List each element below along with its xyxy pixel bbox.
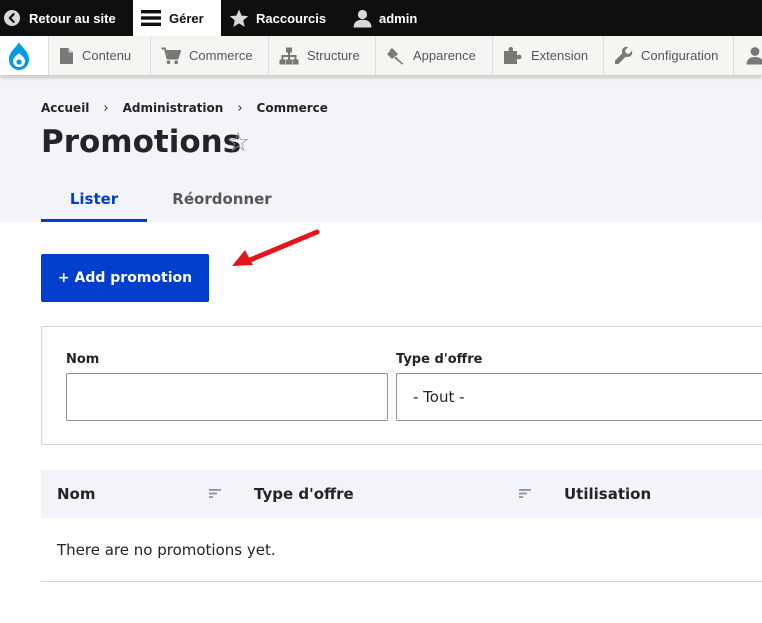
table-header: Nom Type d'offre Utilisation [41,470,762,518]
name-filter-input[interactable] [66,373,388,421]
breadcrumb: Accueil › Administration › Commerce [41,100,328,116]
tray-item-commerce[interactable]: Commerce [150,36,268,75]
sort-icon[interactable] [209,489,221,498]
star-icon [229,9,249,27]
offer-type-filter-label: Type d'offre [396,352,483,367]
breadcrumb-link-commerce[interactable]: Commerce [257,101,328,115]
user-icon [353,9,372,27]
add-shortcut-star-icon[interactable]: ☆ [226,128,250,158]
tray-item-structure[interactable]: Structure [268,36,375,75]
user-tab[interactable]: admin [353,0,417,36]
offer-type-select[interactable]: - Tout - [396,373,762,421]
tab-list[interactable]: Lister [41,189,147,222]
sitemap-icon [279,47,299,64]
column-header-offer-type[interactable]: Type d'offre [254,470,354,518]
drop-icon [8,41,29,70]
wrench-icon [615,46,633,64]
tray-item-appearance[interactable]: Apparence [375,36,492,75]
tray-item-label: Structure [307,48,360,63]
tray-item-label: Extension [531,48,589,63]
people-icon [746,47,762,65]
tray-item-people[interactable] [733,36,762,75]
shortcuts-label: Raccourcis [256,10,327,26]
sort-icon[interactable] [519,489,531,498]
manage-tab[interactable]: Gérer [133,0,221,36]
brush-icon [387,47,404,64]
column-header-name[interactable]: Nom [57,470,96,518]
manage-label: Gérer [169,10,204,26]
puzzle-icon [504,47,522,64]
name-filter-label: Nom [66,352,100,367]
cart-icon [161,47,181,64]
file-icon [60,47,73,64]
tray-item-label: Apparence [413,48,476,63]
page-title: Promotions [41,124,242,160]
user-label: admin [379,10,418,26]
tray-item-label: Contenu [82,48,132,63]
tray-item-content[interactable]: Contenu [48,36,150,75]
breadcrumb-separator-icon: › [103,100,109,116]
back-to-site-label: Retour au site [29,10,116,26]
admin-toolbar: Retour au site Gérer Raccourcis admin [0,0,762,36]
hamburger-icon [141,10,161,26]
column-header-usage: Utilisation [564,485,652,503]
tab-reorder[interactable]: Réordonner [161,189,283,222]
tray-item-label: Configuration [641,48,719,63]
tray-item-extend[interactable]: Extension [492,36,603,75]
admin-tray: Contenu Commerce Structure Apparence Ext… [0,36,762,76]
tray-item-label: Commerce [189,48,253,63]
breadcrumb-link-home[interactable]: Accueil [41,101,89,115]
breadcrumb-separator-icon: › [237,100,243,116]
table-empty-message: There are no promotions yet. [41,518,762,582]
back-to-site-link[interactable]: Retour au site [4,0,116,36]
drupal-logo-icon[interactable] [0,36,37,75]
breadcrumb-link-administration[interactable]: Administration [123,101,224,115]
offer-type-selected-value: - Tout - [413,388,465,406]
chevron-left-circle-icon [4,10,20,26]
shortcuts-tab[interactable]: Raccourcis [229,0,326,36]
add-promotion-button[interactable]: + Add promotion [41,254,209,302]
tray-item-configuration[interactable]: Configuration [603,36,733,75]
annotation-arrow-icon [232,229,320,266]
